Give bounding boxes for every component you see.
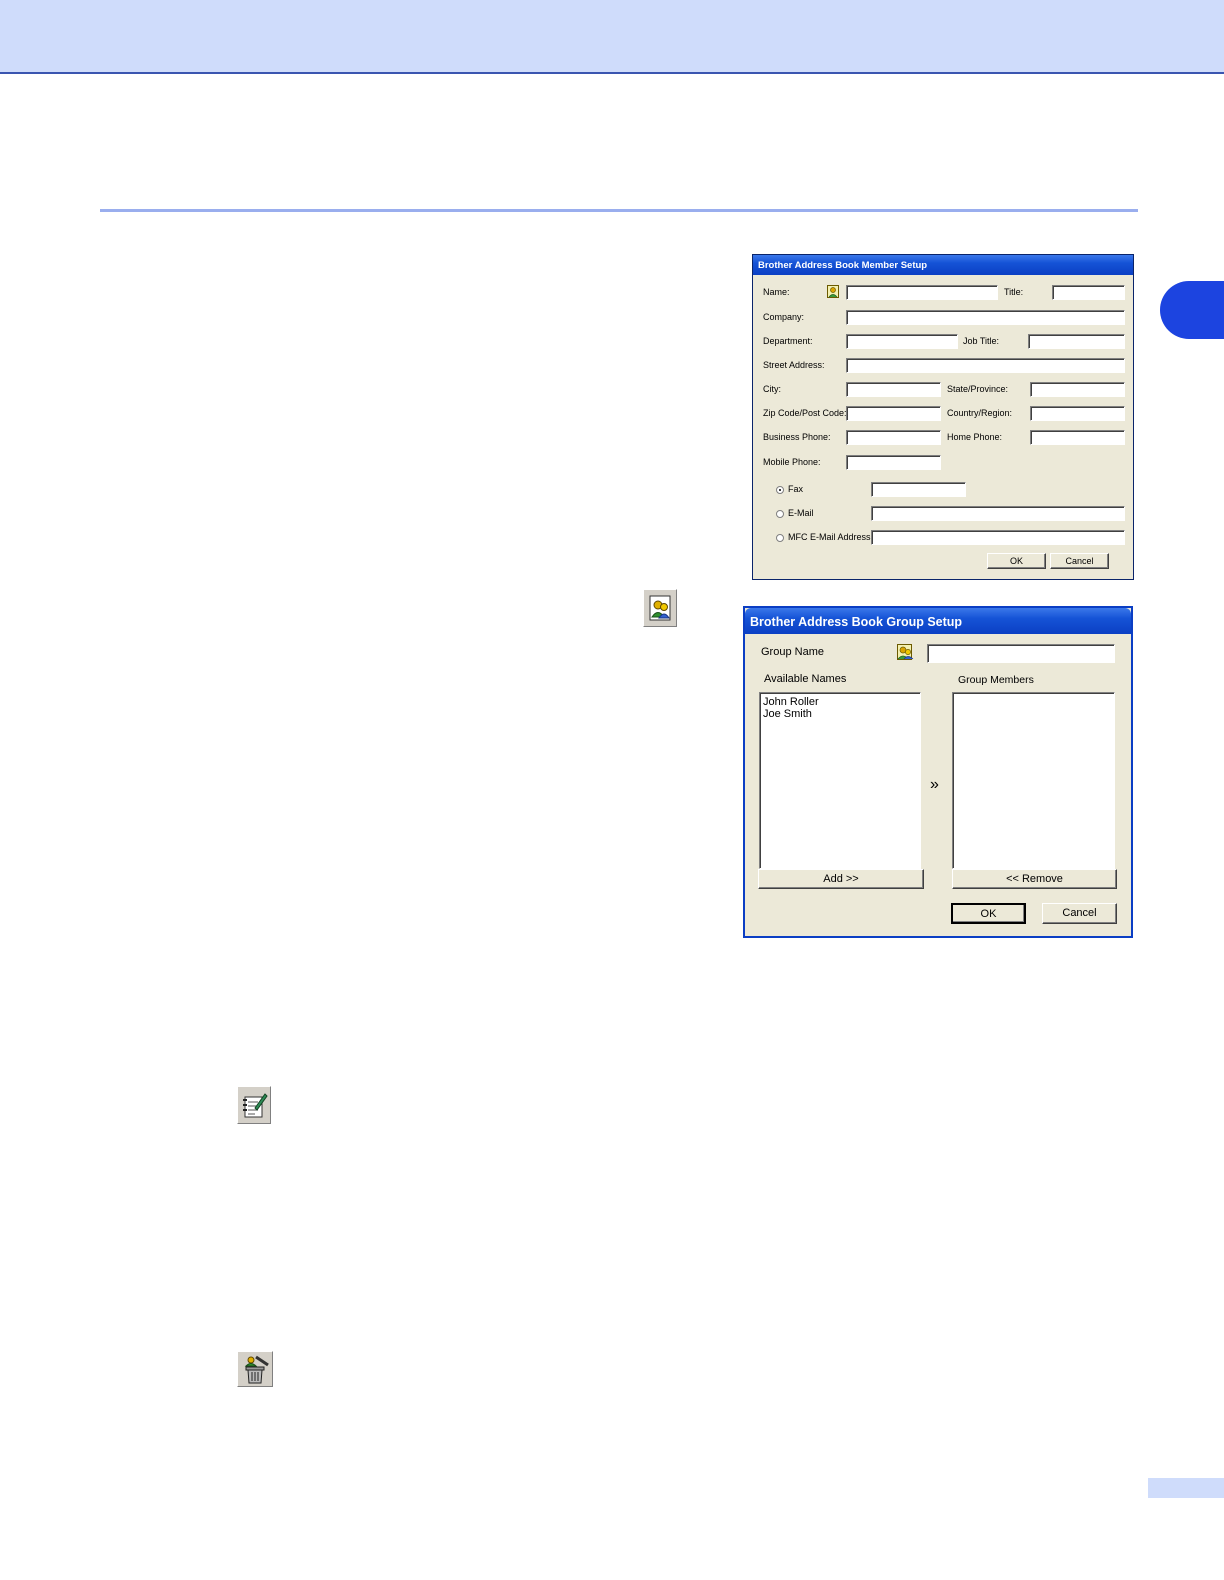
new-group-button[interactable]	[643, 589, 677, 627]
job-title-label: Job Title:	[963, 336, 1000, 346]
mfc-email-radio[interactable]	[776, 534, 784, 542]
delete-button[interactable]	[237, 1351, 273, 1387]
section-divider	[100, 209, 1138, 212]
mobile-phone-field[interactable]	[846, 455, 941, 470]
department-label: Department:	[763, 336, 813, 346]
country-label: Country/Region:	[947, 408, 1013, 418]
delete-icon	[242, 1355, 270, 1390]
group-members-label: Group Members	[958, 674, 1034, 686]
business-phone-field[interactable]	[846, 430, 941, 445]
group-setup-dialog: Brother Address Book Group Setup Group N…	[743, 606, 1133, 938]
title-field[interactable]	[1052, 285, 1125, 300]
group-name-label: Group Name	[761, 646, 824, 658]
ok-button[interactable]: OK	[987, 553, 1046, 569]
home-phone-label: Home Phone:	[947, 432, 1003, 442]
add-arrow-icon: »	[930, 776, 939, 793]
email-field[interactable]	[871, 506, 1125, 521]
add-button[interactable]: Add >>	[758, 869, 924, 889]
available-names-label: Available Names	[764, 673, 847, 685]
edit-button[interactable]	[237, 1086, 271, 1124]
email-label: E-Mail	[788, 508, 814, 518]
edit-icon	[242, 1091, 268, 1124]
remove-button[interactable]: << Remove	[952, 869, 1117, 889]
member-setup-dialog: Brother Address Book Member Setup Name: …	[752, 254, 1134, 580]
chapter-tab	[1160, 281, 1224, 339]
group-name-field[interactable]	[927, 644, 1115, 663]
title-label: Title:	[1004, 287, 1024, 297]
ok-button[interactable]: OK	[951, 903, 1026, 924]
name-label: Name:	[763, 287, 790, 297]
mfc-email-label: MFC E-Mail Address:	[788, 532, 874, 542]
group-setup-title: Brother Address Book Group Setup	[750, 615, 963, 629]
member-setup-titlebar: Brother Address Book Member Setup	[753, 255, 1133, 275]
page-header-bar	[0, 0, 1224, 74]
fax-field[interactable]	[871, 482, 966, 497]
fax-label: Fax	[788, 484, 804, 494]
group-icon	[897, 644, 914, 665]
company-field[interactable]	[846, 310, 1125, 325]
list-item[interactable]: Joe Smith	[760, 708, 920, 720]
list-item[interactable]: John Roller	[760, 696, 920, 708]
new-group-icon	[649, 595, 673, 626]
street-address-field[interactable]	[846, 358, 1125, 373]
group-members-list[interactable]	[952, 692, 1115, 869]
mobile-phone-label: Mobile Phone:	[763, 457, 821, 467]
name-field[interactable]	[846, 285, 998, 300]
job-title-field[interactable]	[1028, 334, 1125, 349]
zip-field[interactable]	[846, 406, 941, 421]
company-label: Company:	[763, 312, 805, 322]
state-field[interactable]	[1030, 382, 1125, 397]
address-book-user-icon	[827, 285, 839, 303]
available-names-list[interactable]: John Roller Joe Smith	[759, 692, 921, 869]
cancel-button[interactable]: Cancel	[1050, 553, 1109, 569]
zip-label: Zip Code/Post Code:	[763, 408, 847, 418]
group-setup-titlebar: Brother Address Book Group Setup	[745, 608, 1131, 634]
page-number-box	[1148, 1478, 1224, 1498]
city-field[interactable]	[846, 382, 941, 397]
email-radio[interactable]	[776, 510, 784, 518]
fax-radio[interactable]	[776, 486, 784, 494]
home-phone-field[interactable]	[1030, 430, 1125, 445]
state-label: State/Province:	[947, 384, 1009, 394]
cancel-button[interactable]: Cancel	[1042, 903, 1117, 924]
street-address-label: Street Address:	[763, 360, 825, 370]
mfc-email-field[interactable]	[871, 530, 1125, 545]
country-field[interactable]	[1030, 406, 1125, 421]
business-phone-label: Business Phone:	[763, 432, 831, 442]
city-label: City:	[763, 384, 781, 394]
department-field[interactable]	[846, 334, 958, 349]
member-setup-title: Brother Address Book Member Setup	[758, 260, 928, 271]
